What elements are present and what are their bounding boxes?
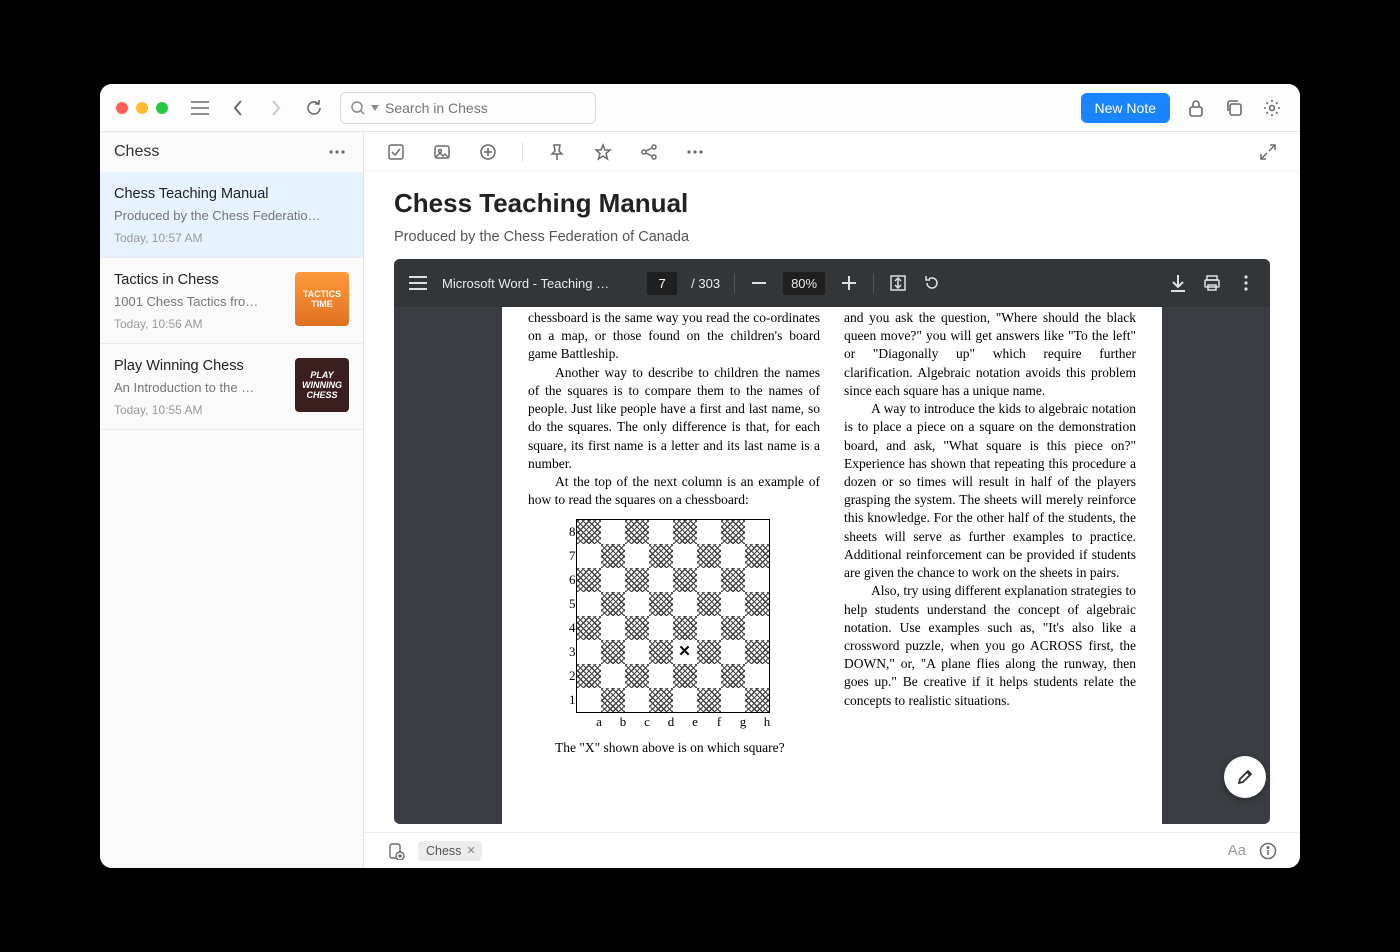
body: Chess Chess Teaching Manual Produced by …	[100, 132, 1300, 868]
zoom-out-icon[interactable]	[749, 273, 769, 293]
pdf-column-left: chessboard is the same way you read the …	[528, 309, 820, 804]
settings-icon[interactable]	[1260, 96, 1284, 120]
search-input[interactable]	[385, 100, 585, 116]
info-icon[interactable]	[1256, 839, 1280, 863]
fit-page-icon[interactable]	[888, 273, 908, 293]
lock-icon[interactable]	[1184, 96, 1208, 120]
note-subtitle: 1001 Chess Tactics fro…	[114, 294, 285, 309]
app-window: New Note Chess Chess Teaching Manual	[100, 84, 1300, 868]
tag-remove-icon[interactable]: ✕	[466, 844, 475, 857]
pdf-page-total: / 303	[691, 276, 720, 291]
window-controls	[116, 102, 168, 114]
nav-forward-button[interactable]	[264, 96, 288, 120]
note-subtitle: An Introduction to the …	[114, 380, 285, 395]
pdf-column-right: and you ask the question, "Where should …	[844, 309, 1136, 804]
pdf-text: Also, try using different explanation st…	[844, 582, 1136, 710]
expand-icon[interactable]	[1256, 140, 1280, 164]
pdf-zoom-level[interactable]: 80%	[783, 272, 825, 295]
print-icon[interactable]	[1202, 273, 1222, 293]
maximize-window-button[interactable]	[156, 102, 168, 114]
pdf-text: The "X" shown above is on which square?	[528, 739, 820, 757]
tag-chip[interactable]: Chess ✕	[418, 841, 482, 861]
notebook-title: Chess	[114, 143, 159, 161]
note-time: Today, 10:55 AM	[114, 403, 285, 417]
note-time: Today, 10:56 AM	[114, 317, 285, 331]
sidebar-header: Chess	[100, 132, 363, 172]
note-subtitle: Produced by the Chess Federatio…	[114, 208, 349, 223]
note-item-tactics-in-chess[interactable]: Tactics in Chess 1001 Chess Tactics fro……	[100, 258, 363, 344]
note-title: Play Winning Chess	[114, 358, 285, 374]
new-note-button[interactable]: New Note	[1081, 93, 1170, 123]
add-tag-icon[interactable]	[384, 839, 408, 863]
sidebar-toggle-icon[interactable]	[188, 96, 212, 120]
chessboard-diagram: 8 7 6 5 4 3 2 1	[569, 519, 779, 731]
search-box[interactable]	[340, 92, 596, 124]
sidebar: Chess Chess Teaching Manual Produced by …	[100, 132, 364, 868]
note-thumbnail: PLAY WINNING CHESS	[295, 358, 349, 412]
pdf-text: A way to introduce the kids to algebraic…	[844, 400, 1136, 582]
note-time: Today, 10:57 AM	[114, 231, 349, 245]
pdf-viewer: Microsoft Word - Teaching … / 303 80%	[394, 259, 1270, 824]
note-footer: Chess ✕ Aa	[364, 832, 1300, 868]
text-style-button[interactable]: Aa	[1228, 842, 1246, 859]
pdf-page: chessboard is the same way you read the …	[502, 307, 1162, 824]
tag-label: Chess	[426, 844, 461, 858]
main: Chess Teaching Manual Produced by the Ch…	[364, 132, 1300, 868]
pin-icon[interactable]	[545, 140, 569, 164]
edit-fab[interactable]	[1224, 756, 1266, 798]
titlebar: New Note	[100, 84, 1300, 132]
zoom-in-icon[interactable]	[839, 273, 859, 293]
chevron-down-icon	[371, 105, 379, 111]
pdf-page-area[interactable]: chessboard is the same way you read the …	[394, 307, 1270, 824]
minimize-window-button[interactable]	[136, 102, 148, 114]
image-icon[interactable]	[430, 140, 454, 164]
reload-button[interactable]	[302, 96, 326, 120]
star-icon[interactable]	[591, 140, 615, 164]
pdf-text: chessboard is the same way you read the …	[528, 309, 820, 364]
note-item-play-winning-chess[interactable]: Play Winning Chess An Introduction to th…	[100, 344, 363, 430]
checklist-icon[interactable]	[384, 140, 408, 164]
more-icon[interactable]	[683, 140, 707, 164]
pdf-text: At the top of the next column is an exam…	[528, 473, 820, 509]
copy-icon[interactable]	[1222, 96, 1246, 120]
pdf-document-title: Microsoft Word - Teaching …	[442, 276, 609, 291]
add-icon[interactable]	[476, 140, 500, 164]
pdf-page-input[interactable]	[647, 272, 677, 295]
pdf-text: Another way to describe to children the …	[528, 364, 820, 473]
pdf-more-icon[interactable]	[1236, 273, 1256, 293]
nav-back-button[interactable]	[226, 96, 250, 120]
rotate-icon[interactable]	[922, 273, 942, 293]
pdf-text: and you ask the question, "Where should …	[844, 309, 1136, 400]
sidebar-more-icon[interactable]	[325, 140, 349, 164]
pdf-toolbar: Microsoft Word - Teaching … / 303 80%	[394, 259, 1270, 307]
search-icon	[351, 101, 365, 115]
note-title: Tactics in Chess	[114, 272, 285, 288]
pdf-menu-icon[interactable]	[408, 273, 428, 293]
note-item-chess-teaching-manual[interactable]: Chess Teaching Manual Produced by the Ch…	[100, 172, 363, 258]
document-subtitle: Produced by the Chess Federation of Cana…	[394, 229, 1270, 245]
share-icon[interactable]	[637, 140, 661, 164]
document-title: Chess Teaching Manual	[394, 188, 1270, 219]
note-list: Chess Teaching Manual Produced by the Ch…	[100, 172, 363, 868]
download-icon[interactable]	[1168, 273, 1188, 293]
note-thumbnail: TACTICS TIME	[295, 272, 349, 326]
note-content: Chess Teaching Manual Produced by the Ch…	[364, 172, 1300, 832]
close-window-button[interactable]	[116, 102, 128, 114]
note-title: Chess Teaching Manual	[114, 186, 349, 202]
note-toolbar	[364, 132, 1300, 172]
